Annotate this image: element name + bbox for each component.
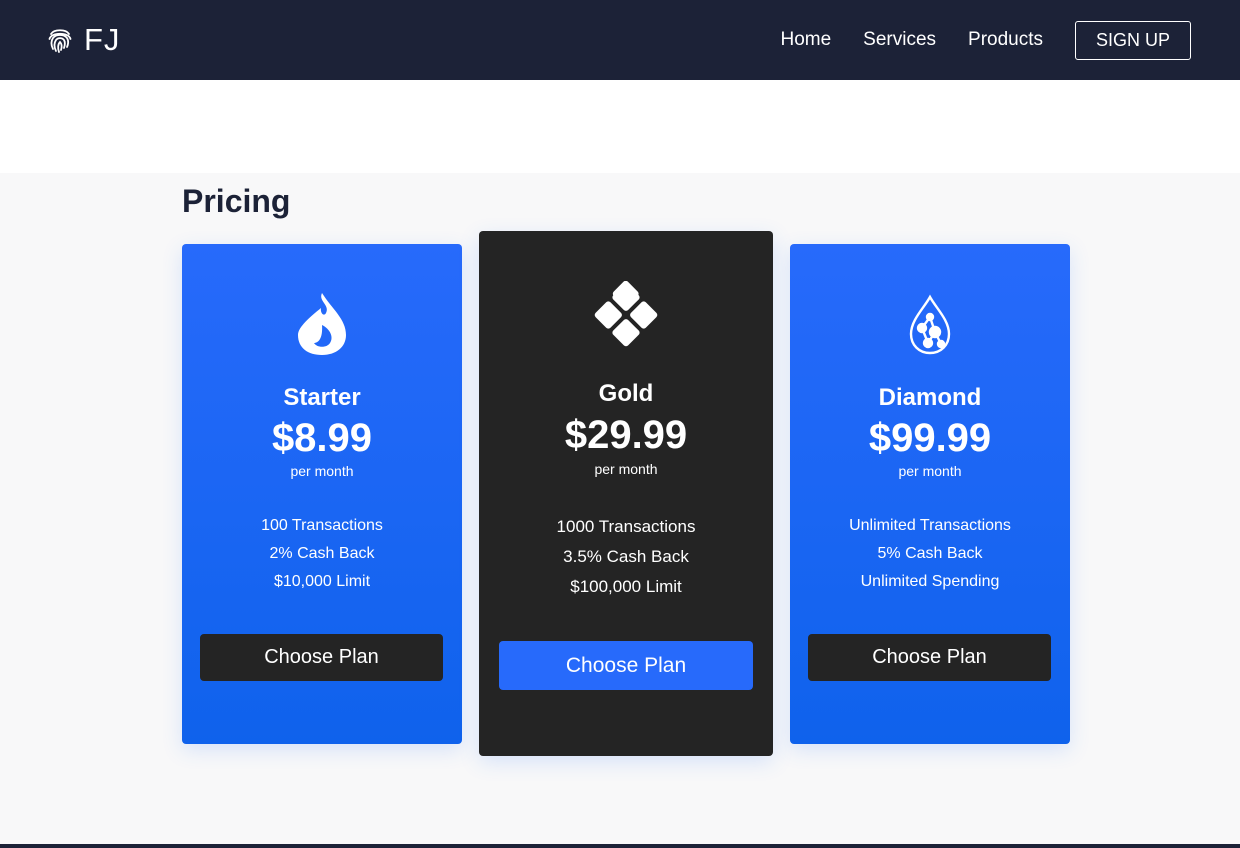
- plan-feature: $100,000 Limit: [570, 577, 682, 596]
- fingerprint-icon: [46, 26, 74, 54]
- pricing-card-starter: Starter $8.99 per month 100 Transactions…: [182, 244, 462, 744]
- plan-feature: Unlimited Transactions: [849, 517, 1011, 534]
- plan-feature: 2% Cash Back: [269, 545, 375, 562]
- plan-price: $8.99: [271, 416, 373, 460]
- plan-period: per month: [290, 463, 354, 479]
- plan-period: per month: [594, 461, 658, 477]
- plan-feature: 1000 Transactions: [556, 517, 696, 536]
- footer-strip: [0, 844, 1240, 848]
- choose-plan-button[interactable]: Choose Plan: [200, 634, 443, 681]
- plan-period: per month: [898, 463, 962, 479]
- plan-feature: 3.5% Cash Back: [563, 547, 689, 566]
- plan-name: Gold: [598, 380, 654, 407]
- pricing-card-diamond: Diamond $99.99 per month Unlimited Trans…: [790, 244, 1070, 744]
- plan-features: 1000 Transactions 3.5% Cash Back $100,00…: [479, 517, 773, 607]
- plan-feature: Unlimited Spending: [860, 573, 1000, 590]
- plan-features: 100 Transactions 2% Cash Back $10,000 Li…: [182, 517, 462, 601]
- choose-plan-button[interactable]: Choose Plan: [808, 634, 1051, 681]
- plan-price: $99.99: [868, 416, 992, 460]
- plan-price: $29.99: [564, 413, 688, 457]
- nav-links: Home Services Products SIGN UP: [780, 0, 1240, 80]
- logo-text: FJ: [84, 22, 121, 57]
- plan-feature: 100 Transactions: [261, 517, 383, 534]
- plan-name: Starter: [283, 384, 361, 411]
- plan-feature: $10,000 Limit: [273, 573, 371, 590]
- diamond-grid-icon: [592, 280, 660, 354]
- logo-link[interactable]: FJ: [46, 23, 120, 57]
- plan-feature: 5% Cash Back: [877, 545, 983, 562]
- navbar: FJ Home Services Products SIGN UP: [0, 0, 1240, 80]
- pricing-title: Pricing: [182, 183, 291, 219]
- nav-link-home[interactable]: Home: [780, 29, 831, 51]
- gem-drop-icon: [908, 294, 952, 361]
- nav-link-services[interactable]: Services: [863, 29, 936, 51]
- fire-icon: [296, 291, 348, 362]
- plan-features: Unlimited Transactions 5% Cash Back Unli…: [790, 517, 1070, 601]
- nav-link-products[interactable]: Products: [968, 29, 1043, 51]
- pricing-section: Pricing Starter $8.99 per month 100 Tran…: [0, 173, 1240, 844]
- pricing-card-gold: Gold $29.99 per month 1000 Transactions …: [479, 231, 773, 756]
- sign-up-button[interactable]: SIGN UP: [1075, 20, 1191, 60]
- choose-plan-button[interactable]: Choose Plan: [499, 641, 753, 690]
- plan-name: Diamond: [878, 384, 982, 411]
